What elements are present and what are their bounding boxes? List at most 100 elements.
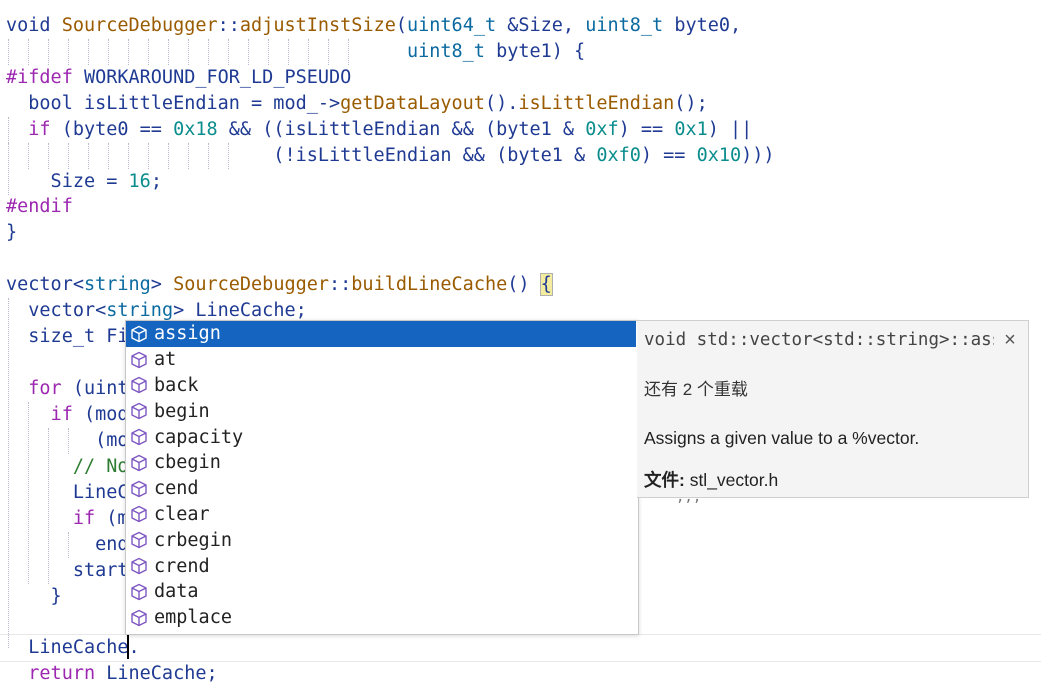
code-line[interactable]: }: [6, 584, 62, 610]
code-line[interactable]: void SourceDebugger::adjustInstSize(uint…: [6, 13, 741, 39]
cube-icon: [130, 351, 148, 369]
code-token: >: [150, 274, 174, 295]
code-token: ().: [484, 93, 519, 114]
indent-guide: [48, 143, 50, 169]
close-doc-button[interactable]: ×: [1000, 327, 1020, 353]
code-line[interactable]: return LineCache;: [6, 661, 217, 687]
code-token: (: [395, 15, 407, 36]
indent-guide: [68, 39, 70, 65]
code-token: 0xf0: [596, 145, 641, 166]
cube-icon: [130, 454, 148, 472]
code-token: if: [28, 119, 51, 140]
indent-guide: [168, 39, 170, 65]
code-token: uint8_t: [585, 15, 664, 36]
code-line[interactable]: #ifdef WORKAROUND_FOR_LD_PSEUDO: [6, 65, 351, 91]
code-line[interactable]: start: [6, 558, 129, 584]
code-line[interactable]: size_t Fil: [6, 324, 139, 350]
cube-icon: [130, 531, 148, 549]
doc-file: 文件: stl_vector.h: [644, 467, 778, 493]
code-line[interactable]: end+: [6, 532, 140, 558]
cube-icon: [130, 505, 148, 523]
code-token: end+: [6, 534, 140, 555]
code-line[interactable]: vector<string> SourceDebugger::buildLine…: [6, 272, 553, 298]
code-line[interactable]: (mod: [6, 428, 140, 454]
code-line[interactable]: #endif: [6, 194, 73, 220]
code-token: #endif: [6, 196, 73, 217]
indent-guide: [128, 39, 130, 65]
indent-guide: [168, 143, 170, 169]
indent-guide: [208, 39, 210, 65]
code-line[interactable]: // Not: [6, 454, 140, 480]
indent-guide: [228, 143, 230, 169]
text-caret: [127, 635, 129, 659]
code-token: ) ==: [640, 145, 697, 166]
completion-item-capacity[interactable]: capacity: [126, 424, 636, 450]
doc-description: Assigns a given value to a %vector.: [644, 428, 920, 448]
indent-guide: [308, 39, 310, 65]
indent-guide: [28, 402, 30, 584]
code-token: ::: [217, 15, 240, 36]
completion-item-cend[interactable]: cend: [126, 476, 636, 502]
completion-item-data[interactable]: data: [126, 579, 636, 605]
code-line[interactable]: }: [6, 220, 17, 246]
code-line[interactable]: uint8_t byte1) {: [6, 39, 585, 65]
cube-icon: [130, 402, 148, 420]
code-line[interactable]: Size = 16;: [6, 169, 162, 195]
completion-item-begin[interactable]: begin: [126, 398, 636, 424]
code-token: byte0,: [663, 15, 742, 36]
indent-guide: [188, 39, 190, 65]
indent-guide: [148, 39, 150, 65]
completion-item-emplace[interactable]: emplace: [126, 605, 636, 631]
completion-item-crbegin[interactable]: crbegin: [126, 527, 636, 553]
indent-guide: [108, 143, 110, 169]
code-line[interactable]: if (mo: [6, 506, 140, 532]
completion-popup[interactable]: assign at back begin capacity cbegin cen…: [125, 320, 639, 635]
code-token: LineCa: [6, 482, 140, 503]
code-token: byte1) {: [484, 41, 586, 62]
indent-guide: [108, 39, 110, 65]
completion-item-label: cbegin: [154, 452, 221, 474]
code-token: return: [28, 663, 96, 684]
documentation-panel: void std::vector<std::string>::ass… × 还有…: [637, 320, 1029, 498]
code-token: uint64_t: [407, 15, 497, 36]
current-line-highlight: [0, 634, 1041, 662]
code-line[interactable]: LineCa: [6, 480, 140, 506]
completion-item-back[interactable]: back: [126, 373, 636, 399]
doc-file-name: stl_vector.h: [684, 470, 779, 490]
completion-item-at[interactable]: at: [126, 347, 636, 373]
indent-guide: [68, 428, 70, 454]
code-line[interactable]: for (uint3: [6, 376, 139, 402]
code-token: WORKAROUND_FOR_LD_PSEUDO: [83, 67, 352, 88]
code-line[interactable]: LineCache.: [6, 635, 139, 661]
completion-item-label: data: [154, 581, 199, 603]
code-line[interactable]: if (byte0 == 0x18 && ((isLittleEndian &&…: [6, 117, 752, 143]
code-line[interactable]: bool isLittleEndian = mod_->getDataLayou…: [6, 91, 707, 117]
code-line[interactable]: (!isLittleEndian && (byte1 & 0xf0) == 0x…: [6, 143, 774, 169]
indent-guide: [8, 117, 10, 195]
code-token: (byte0 ==: [50, 119, 174, 140]
code-token: {: [539, 273, 553, 296]
code-token: start: [6, 560, 129, 581]
code-token: for: [28, 378, 62, 399]
code-token: 0x1: [674, 119, 708, 140]
code-token: ;: [150, 171, 162, 192]
completion-item-crend[interactable]: crend: [126, 553, 636, 579]
code-line[interactable]: if (mod_: [6, 402, 140, 428]
code-token: getDataLayout: [340, 93, 485, 114]
doc-overloads: 还有 2 个重载: [644, 380, 748, 399]
indent-guide: [68, 532, 70, 558]
code-token: 0x10: [696, 145, 742, 166]
completion-item-label: emplace: [154, 607, 232, 629]
completion-item-cbegin[interactable]: cbegin: [126, 450, 636, 476]
indent-guide: [8, 39, 10, 65]
code-token: ::: [329, 274, 352, 295]
indent-guide: [28, 143, 30, 169]
code-token: vector<: [6, 274, 84, 295]
completion-item-clear[interactable]: clear: [126, 502, 636, 528]
completion-item-label: clear: [154, 503, 210, 525]
completion-item-assign[interactable]: assign: [126, 321, 636, 347]
indent-guide: [48, 39, 50, 65]
code-token: adjustInstSize: [239, 15, 396, 36]
